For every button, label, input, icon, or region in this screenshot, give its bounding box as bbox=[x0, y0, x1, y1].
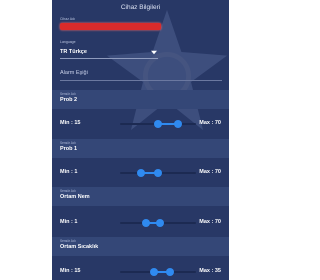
min-value-label: Min : 1 bbox=[60, 169, 78, 175]
range-slider-track[interactable] bbox=[120, 120, 196, 128]
chevron-down-icon[interactable] bbox=[151, 50, 157, 55]
device-name-field[interactable] bbox=[60, 23, 161, 30]
min-value-label: Min : 1 bbox=[60, 219, 78, 225]
sensor-header: Sensör Adı Ortam Nem bbox=[52, 187, 229, 206]
section-divider bbox=[60, 80, 222, 81]
range-slider-track[interactable] bbox=[120, 219, 196, 227]
max-value-label: Max : 70 bbox=[199, 120, 221, 126]
sensor-name-caption: Sensör Adı bbox=[60, 92, 76, 96]
sensor-name: Prob 2 bbox=[60, 97, 78, 103]
language-underline bbox=[60, 58, 158, 59]
device-name-label: Cihaz Adı bbox=[60, 17, 75, 21]
device-settings-screen: Cihaz Bilgileri Cihaz Adı Language TR Tü… bbox=[52, 0, 229, 280]
range-slider-max-thumb[interactable] bbox=[154, 169, 162, 177]
range-slider-track[interactable] bbox=[120, 268, 196, 276]
sensor-name-caption: Sensör Adı bbox=[60, 239, 76, 243]
sensor-header: Sensör Adı Prob 1 bbox=[52, 139, 229, 158]
sensor-name: Ortam Nem bbox=[60, 194, 90, 200]
min-value-label: Min : 15 bbox=[60, 120, 81, 126]
sensor-name: Ortam Sıcaklık bbox=[60, 244, 99, 250]
page-title: Cihaz Bilgileri bbox=[120, 4, 161, 11]
range-slider-min-thumb[interactable] bbox=[137, 169, 146, 177]
language-select[interactable]: TR Türkçe bbox=[60, 49, 87, 55]
language-label: Language bbox=[60, 40, 76, 44]
sensor-header: Sensör Adı Ortam Sıcaklık bbox=[52, 237, 229, 256]
sensor-range-row: Min : 15 Max : 35 bbox=[52, 266, 229, 278]
sensor-range-row: Min : 1 Max : 70 bbox=[52, 217, 229, 229]
max-value-label: Max : 70 bbox=[199, 219, 221, 225]
sensor-name-caption: Sensör Adı bbox=[60, 189, 76, 193]
sensor-header: Sensör Adı Prob 2 bbox=[52, 90, 229, 109]
max-value-label: Max : 70 bbox=[199, 169, 221, 175]
sensor-name-caption: Sensör Adı bbox=[60, 141, 76, 145]
range-slider-max-thumb[interactable] bbox=[173, 120, 182, 128]
range-slider-track[interactable] bbox=[120, 169, 196, 177]
alarm-threshold-title: Alarm Eşiği bbox=[60, 70, 88, 76]
min-value-label: Min : 15 bbox=[60, 268, 81, 274]
range-slider-min-thumb[interactable] bbox=[150, 268, 159, 276]
max-value-label: Max : 35 bbox=[199, 268, 221, 274]
sensor-range-row: Min : 15 Max : 70 bbox=[52, 118, 229, 130]
sensor-range-row: Min : 1 Max : 70 bbox=[52, 167, 229, 179]
range-slider-min-thumb[interactable] bbox=[141, 219, 150, 227]
range-slider-max-thumb[interactable] bbox=[155, 219, 164, 227]
sensor-name: Prob 1 bbox=[60, 146, 78, 152]
range-slider-max-thumb[interactable] bbox=[166, 268, 175, 276]
range-slider-min-thumb[interactable] bbox=[154, 120, 162, 128]
